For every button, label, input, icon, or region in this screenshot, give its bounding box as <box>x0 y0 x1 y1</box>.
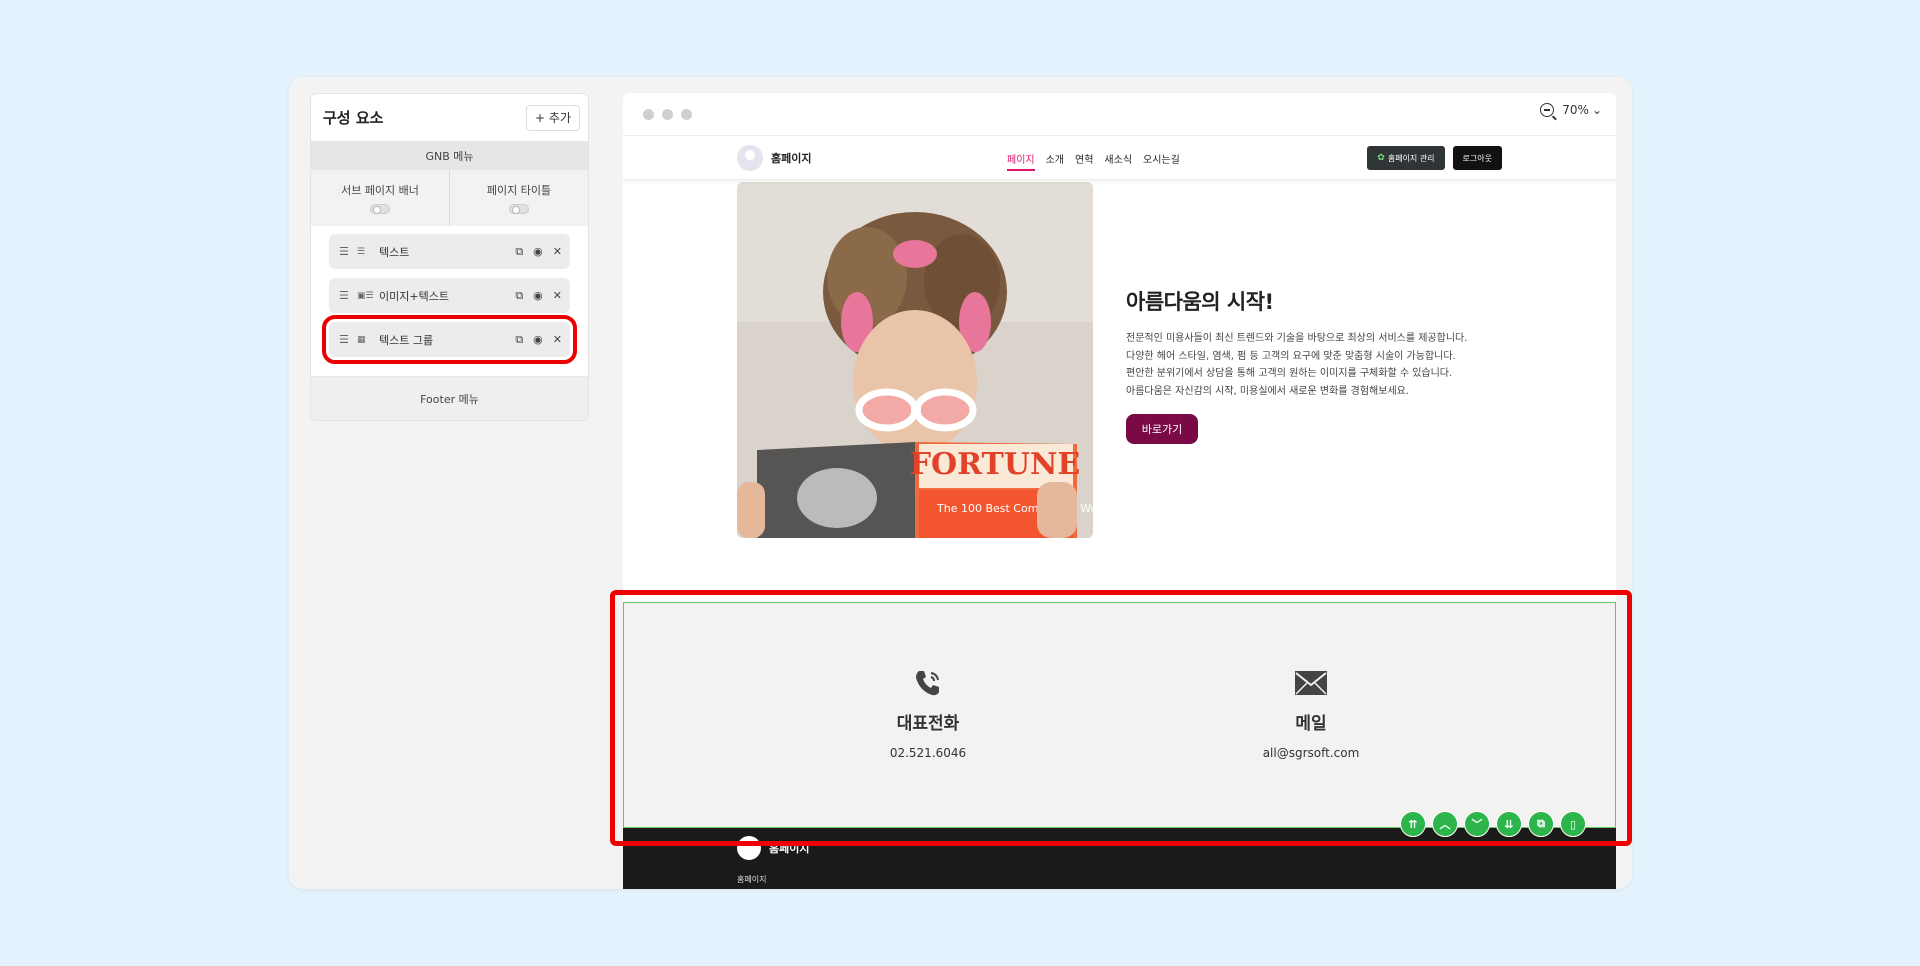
text-group-section[interactable]: 대표전화 02.521.6046 메일 all@sgrsoft.com <box>623 602 1616 828</box>
component-list: ☰ ☰ 텍스트 ⧉ ◉ ✕ ☰ ▣☰ 이미지+텍스트 ⧉ ◉ ✕ ☰ ▦ 텍스트… <box>311 226 588 379</box>
site-header: 홈페이지 페이지 소개 연혁 새소식 오시는길 ✿ 홈페이지 관리 로그아웃 <box>623 136 1616 180</box>
image-text-section: FORTUNE The 100 Best Compani to Work For… <box>623 180 1616 599</box>
page-title-toggle-group: 페이지 타이틀 <box>449 170 588 226</box>
eye-icon[interactable]: ◉ <box>533 289 543 303</box>
menu-item-directions[interactable]: 오시는길 <box>1143 151 1180 171</box>
text-icon: ☰ <box>357 246 366 257</box>
sub-banner-toggle-group: 서브 페이지 배너 <box>311 170 449 226</box>
contact-phone-value: 02.521.6046 <box>889 746 967 760</box>
mail-icon <box>1211 663 1411 703</box>
hero-photo: FORTUNE The 100 Best Compani to Work For <box>737 182 1093 538</box>
component-actions: ⧉ ◉ ✕ <box>515 333 562 347</box>
menu-item-page[interactable]: 페이지 <box>1007 151 1035 171</box>
chevron-down-icon: ⌄ <box>1591 103 1602 117</box>
header-buttons: ✿ 홈페이지 관리 로그아웃 <box>1367 146 1502 170</box>
footer-subtext: 홈페이지 <box>737 875 767 884</box>
component-label: 텍스트 그룹 <box>379 333 434 347</box>
add-component-button[interactable]: + 추가 <box>526 104 580 131</box>
site-logo[interactable]: 홈페이지 <box>737 145 811 171</box>
page-title-toggle-label: 페이지 타이틀 <box>486 184 552 197</box>
section-toolbar: ⇈ ︿ ﹀ ⇊ ⧉ ▯ <box>1400 811 1586 837</box>
page-title-toggle[interactable] <box>509 204 529 214</box>
hero-line: 편안한 분위기에서 상담을 통해 고객의 원하는 이미지를 구체화할 수 있습니… <box>1126 368 1453 379</box>
contact-mail-label: 메일 <box>1295 714 1327 734</box>
zoom-select[interactable]: 70% ⌄ <box>1562 103 1602 117</box>
eye-icon[interactable]: ◉ <box>533 333 543 347</box>
component-label: 텍스트 <box>379 245 410 259</box>
footer-logo-icon <box>737 836 761 860</box>
hero-text-block: 아름다움의 시작! 전문적인 미용사들이 최신 트렌드와 기술을 바탕으로 최상… <box>1126 286 1467 444</box>
magazine-title: FORTUNE <box>910 447 1081 482</box>
footer-logo-text: 홈페이지 <box>769 842 810 855</box>
duplicate-icon[interactable]: ⧉ <box>515 333 523 347</box>
contact-phone-label: 대표전화 <box>896 714 960 734</box>
close-icon[interactable]: ✕ <box>553 333 562 347</box>
site-menu: 페이지 소개 연혁 새소식 오시는길 <box>1007 151 1180 171</box>
panel-title: 구성 요소 <box>323 109 384 127</box>
page-preview: 70% ⌄ 홈페이지 페이지 소개 연혁 새소식 오시는길 ✿ 홈페이지 관리 <box>623 93 1616 889</box>
text-group-icon: ▦ <box>357 334 366 345</box>
toggle-area: 서브 페이지 배너 페이지 타이틀 <box>311 170 588 226</box>
manage-label: 홈페이지 관리 <box>1387 153 1435 163</box>
duplicate-icon[interactable]: ⧉ <box>1528 811 1554 837</box>
move-up-icon[interactable]: ︿ <box>1432 811 1458 837</box>
component-label: 이미지+텍스트 <box>379 289 449 303</box>
drag-handle-icon[interactable]: ☰ <box>339 333 351 346</box>
logo-text: 홈페이지 <box>771 152 812 165</box>
browser-chrome: 70% ⌄ <box>623 93 1616 136</box>
move-to-top-icon[interactable]: ⇈ <box>1400 811 1426 837</box>
menu-item-news[interactable]: 새소식 <box>1104 151 1132 171</box>
manage-homepage-button[interactable]: ✿ 홈페이지 관리 <box>1367 146 1445 170</box>
menu-item-about[interactable]: 소개 <box>1046 151 1064 171</box>
component-item-image-text[interactable]: ☰ ▣☰ 이미지+텍스트 ⧉ ◉ ✕ <box>329 278 570 313</box>
window-dot <box>643 108 654 120</box>
image-text-icon: ▣☰ <box>357 290 374 301</box>
sub-banner-label: 서브 페이지 배너 <box>341 184 419 197</box>
logo-avatar-icon <box>737 145 763 171</box>
go-button[interactable]: 바로가기 <box>1126 414 1198 444</box>
gnb-menu-row[interactable]: GNB 메뉴 <box>311 141 588 170</box>
editor-window: 구성 요소 + 추가 GNB 메뉴 서브 페이지 배너 페이지 타이틀 ☰ ☰ … <box>289 77 1632 889</box>
duplicate-icon[interactable]: ⧉ <box>515 289 523 303</box>
hero-title: 아름다움의 시작! <box>1126 290 1274 314</box>
footer-logo: 홈페이지 <box>737 836 809 860</box>
hero-line: 아름다움은 자신감의 시작, 미용실에서 새로운 변화를 경험해보세요. <box>1126 385 1410 397</box>
hero-description: 전문적인 미용사들이 최신 트렌드와 기술을 바탕으로 최상의 서비스를 제공합… <box>1126 330 1467 400</box>
window-dot <box>681 108 692 120</box>
move-to-bottom-icon[interactable]: ⇊ <box>1496 811 1522 837</box>
zoom-control[interactable]: 70% ⌄ <box>1540 103 1602 117</box>
footer-menu-row[interactable]: Footer 메뉴 <box>311 376 588 420</box>
close-icon[interactable]: ✕ <box>553 245 562 259</box>
hero-photo-illustration: FORTUNE The 100 Best Compani to Work For <box>737 182 1093 538</box>
contact-mail: 메일 all@sgrsoft.com <box>1211 663 1411 760</box>
zoom-value: 70% <box>1562 103 1589 117</box>
window-dot <box>662 108 673 120</box>
component-actions: ⧉ ◉ ✕ <box>515 245 562 259</box>
hero-line: 전문적인 미용사들이 최신 트렌드와 기술을 바탕으로 최상의 서비스를 제공합… <box>1126 333 1468 344</box>
logout-button[interactable]: 로그아웃 <box>1452 146 1502 170</box>
eye-icon[interactable]: ◉ <box>533 245 543 259</box>
close-icon[interactable]: ✕ <box>553 289 562 303</box>
menu-item-history[interactable]: 연혁 <box>1075 151 1093 171</box>
drag-handle-icon[interactable]: ☰ <box>339 245 351 258</box>
hero-line: 다양한 헤어 스타일, 염색, 펌 등 고객의 요구에 맞춘 맞춤형 시술이 가… <box>1126 350 1456 362</box>
component-item-text-group[interactable]: ☰ ▦ 텍스트 그룹 ⧉ ◉ ✕ <box>322 315 577 364</box>
panel-header: 구성 요소 + 추가 <box>311 94 588 141</box>
sub-banner-toggle[interactable] <box>370 204 390 214</box>
component-actions: ⧉ ◉ ✕ <box>515 289 562 303</box>
component-item-text[interactable]: ☰ ☰ 텍스트 ⧉ ◉ ✕ <box>329 234 570 269</box>
trash-icon[interactable]: ▯ <box>1560 811 1586 837</box>
duplicate-icon[interactable]: ⧉ <box>515 245 523 259</box>
phone-icon <box>828 663 1028 703</box>
gear-icon: ✿ <box>1377 153 1385 163</box>
component-panel: 구성 요소 + 추가 GNB 메뉴 서브 페이지 배너 페이지 타이틀 ☰ ☰ … <box>310 93 589 421</box>
site-footer: 홈페이지 홈페이지 <box>623 828 1616 889</box>
contact-mail-value: all@sgrsoft.com <box>1262 746 1360 760</box>
zoom-out-icon[interactable] <box>1540 103 1555 117</box>
drag-handle-icon[interactable]: ☰ <box>339 289 351 302</box>
move-down-icon[interactable]: ﹀ <box>1464 811 1490 837</box>
contact-phone: 대표전화 02.521.6046 <box>828 663 1028 760</box>
